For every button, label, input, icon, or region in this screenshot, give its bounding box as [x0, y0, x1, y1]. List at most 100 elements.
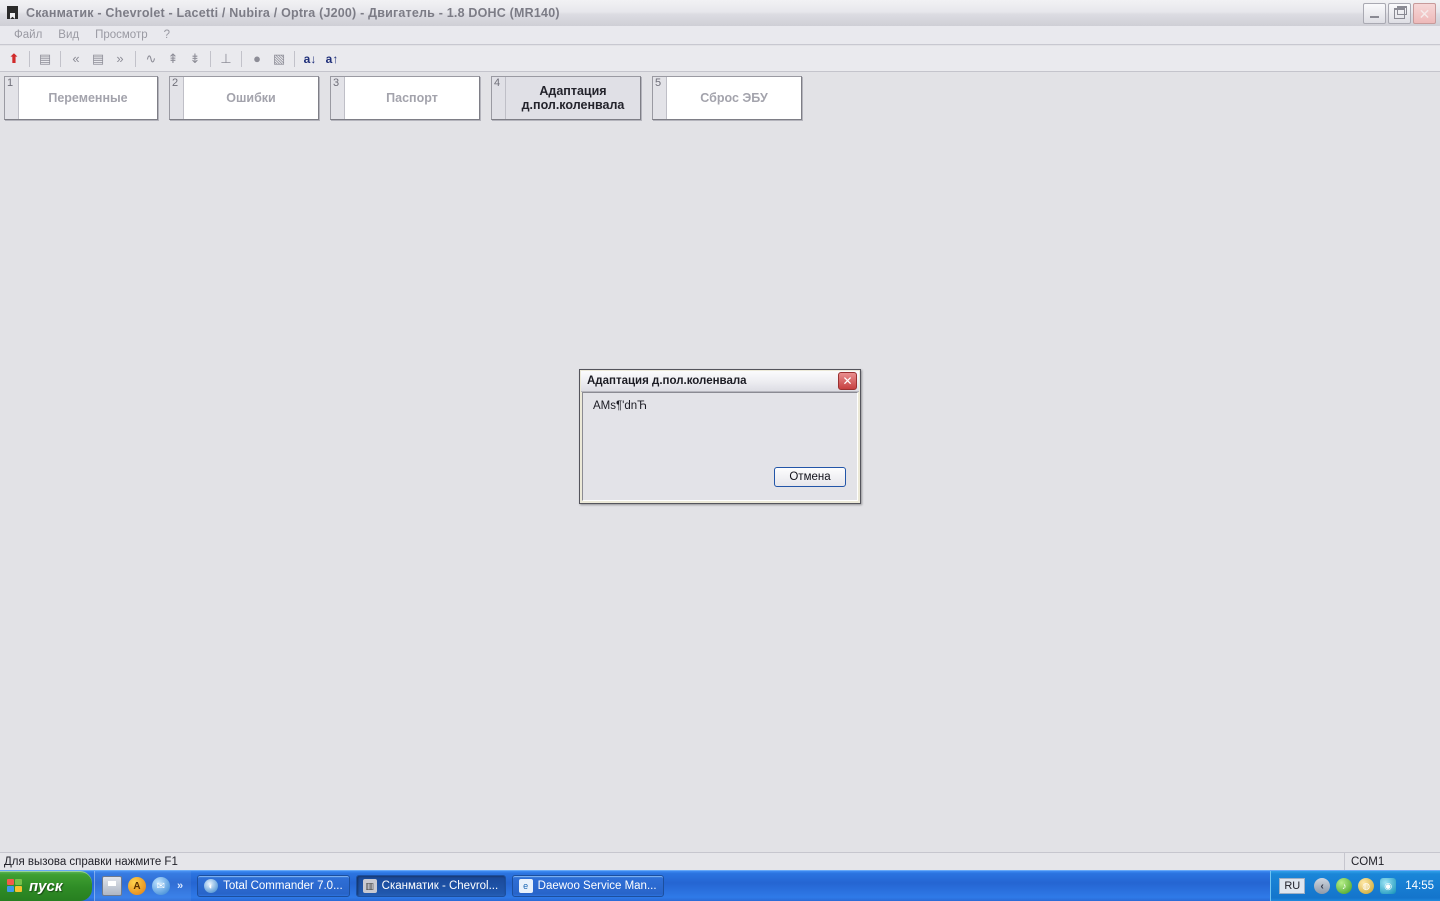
mode-button-bar: 1 Переменные 2 Ошибки 3 Паспорт 4 Адапта… — [4, 76, 813, 120]
cancel-button[interactable]: Отмена — [774, 467, 846, 487]
status-hint: Для вызова справки нажмите F1 — [0, 853, 1345, 870]
acrobat-icon[interactable]: A — [128, 877, 146, 895]
mode-button-label: Ошибки — [226, 91, 276, 105]
show-hidden-icons-icon[interactable]: ‹ — [1314, 878, 1331, 894]
mode-button-passport[interactable]: 3 Паспорт — [330, 76, 480, 120]
dialog-title: Адаптация д.пол.коленвала — [587, 375, 747, 387]
mode-button-label: Переменные — [48, 91, 128, 105]
task-button-total-commander[interactable]: ◐ Total Commander 7.0... — [197, 875, 350, 897]
app-icon — [6, 6, 20, 20]
mode-button-label-line1: Адаптация — [539, 84, 607, 98]
dialog-titlebar: Адаптация д.пол.коленвала ✕ — [581, 371, 859, 392]
add-item-glyph: ⇞ — [167, 51, 179, 66]
system-tray: RU ‹ ♪ ◍ ◉ 14:55 — [1270, 871, 1440, 901]
desktop: Сканматик - Chevrolet - Lacetti / Nubira… — [0, 0, 1440, 901]
mode-button-ecu-reset[interactable]: 5 Сброс ЭБУ — [652, 76, 802, 120]
menu-item-view[interactable]: Вид — [50, 28, 87, 42]
edit-clipboard-glyph: ▤ — [38, 51, 52, 66]
sort-descending-icon[interactable]: a↓ — [299, 48, 321, 70]
dialog-message: AMs¶'dnЋ — [593, 400, 647, 412]
disc-icon[interactable]: ◍ — [1358, 878, 1375, 894]
dialog-close-icon[interactable]: ✕ — [838, 372, 857, 390]
mode-button-number: 2 — [170, 77, 184, 119]
task-button-daewoo-service-manual[interactable]: e Daewoo Service Man... — [511, 875, 664, 897]
toolbar-separator — [294, 50, 295, 67]
window-title: Сканматик - Chevrolet - Lacetti / Nubira… — [26, 6, 560, 20]
volume-icon[interactable]: ♪ — [1336, 878, 1353, 894]
task-button-label: Daewoo Service Man... — [537, 880, 657, 892]
filter-icon[interactable]: ⊥ — [215, 48, 237, 70]
mode-button-errors[interactable]: 2 Ошибки — [169, 76, 319, 120]
statusbar: Для вызова справки нажмите F1 COM1 — [0, 852, 1440, 870]
adaptation-dialog: Адаптация д.пол.коленвала ✕ AMs¶'dnЋ Отм… — [579, 369, 861, 504]
total-commander-icon: ◐ — [204, 879, 219, 893]
window-titlebar: Сканматик - Chevrolet - Lacetti / Nubira… — [0, 0, 1440, 27]
mode-button-number: 5 — [653, 77, 667, 119]
record-glyph: ● — [253, 51, 261, 66]
language-indicator[interactable]: RU — [1279, 878, 1306, 894]
close-button[interactable]: ✕ — [1413, 3, 1436, 24]
windows-flag-icon — [7, 878, 23, 894]
toolbar-separator — [135, 50, 136, 67]
prev-page-glyph: « — [72, 51, 80, 66]
mode-button-label: Сброс ЭБУ — [700, 91, 768, 105]
toolbar-separator — [241, 50, 242, 67]
dialog-body: AMs¶'dnЋ Отмена — [582, 392, 858, 501]
filter-glyph: ⊥ — [220, 51, 232, 66]
menu-item-browse[interactable]: Просмотр — [87, 28, 156, 42]
next-page-glyph: » — [116, 51, 124, 66]
messenger-icon[interactable]: ✉ — [152, 877, 170, 895]
start-button-label: пуск — [29, 877, 63, 895]
quick-launch-overflow-icon[interactable]: » — [177, 880, 183, 892]
record-icon[interactable]: ● — [246, 48, 268, 70]
mode-button-label: Паспорт — [386, 91, 438, 105]
minimize-button[interactable] — [1363, 3, 1386, 24]
prev-page-icon[interactable]: « — [65, 48, 87, 70]
sort-descending-glyph: a↓ — [303, 51, 317, 66]
quick-launch-bar: A ✉ » — [94, 871, 192, 901]
toolbar-separator — [210, 50, 211, 67]
task-button-scanmatic[interactable]: ▥ Сканматик - Chevrol... — [355, 875, 506, 897]
sort-ascending-icon[interactable]: a↑ — [321, 48, 343, 70]
task-list: ◐ Total Commander 7.0... ▥ Сканматик - C… — [197, 875, 664, 897]
upload-arrow-icon[interactable]: ⬆ — [3, 48, 25, 70]
clock[interactable]: 14:55 — [1405, 880, 1434, 892]
remove-item-glyph: ⇟ — [189, 51, 201, 66]
upload-arrow-glyph: ⬆ — [8, 51, 20, 66]
waveform-glyph: ∿ — [145, 51, 157, 66]
next-page-icon[interactable]: » — [109, 48, 131, 70]
status-port: COM1 — [1351, 855, 1385, 868]
antivirus-icon[interactable]: ◉ — [1380, 878, 1397, 894]
save-icon[interactable] — [102, 876, 122, 896]
remove-item-icon[interactable]: ⇟ — [184, 48, 206, 70]
daewoo-icon: e — [518, 879, 533, 893]
menu-item-file[interactable]: Файл — [6, 28, 50, 42]
toolbar-separator — [29, 50, 30, 67]
mode-button-number: 4 — [492, 77, 506, 119]
task-button-label: Сканматик - Chevrol... — [381, 880, 499, 892]
graph-glyph: ▧ — [272, 51, 286, 66]
edit-clipboard-icon[interactable]: ▤ — [34, 48, 56, 70]
mode-button-label: Адаптация д.пол.коленвала — [506, 77, 640, 119]
toolbar: ⬆ ▤ « ▤ » ∿ ⇞ ⇟ ⊥ ● ▧ a↓ a↑ — [0, 46, 1440, 72]
restore-button[interactable] — [1388, 3, 1411, 24]
scanmatic-icon: ▥ — [362, 879, 377, 893]
menu-item-help[interactable]: ? — [156, 28, 178, 42]
mode-button-label-line2: д.пол.коленвала — [521, 98, 625, 112]
start-button[interactable]: пуск — [0, 871, 92, 901]
add-item-icon[interactable]: ⇞ — [162, 48, 184, 70]
list-view-glyph: ▤ — [91, 51, 105, 66]
menubar: Файл Вид Просмотр ? — [0, 26, 1440, 45]
taskbar: пуск A ✉ » ◐ Total Commander 7.0... ▥ Ск… — [0, 870, 1440, 901]
waveform-icon[interactable]: ∿ — [140, 48, 162, 70]
window-controls: ✕ — [1363, 3, 1436, 24]
mode-button-number: 3 — [331, 77, 345, 119]
task-button-label: Total Commander 7.0... — [223, 880, 343, 892]
mode-button-variables[interactable]: 1 Переменные — [4, 76, 158, 120]
graph-icon[interactable]: ▧ — [268, 48, 290, 70]
toolbar-separator — [60, 50, 61, 67]
sort-ascending-glyph: a↑ — [325, 51, 339, 66]
list-view-icon[interactable]: ▤ — [87, 48, 109, 70]
mode-button-number: 1 — [5, 77, 19, 119]
mode-button-crankshaft-adaptation[interactable]: 4 Адаптация д.пол.коленвала — [491, 76, 641, 120]
